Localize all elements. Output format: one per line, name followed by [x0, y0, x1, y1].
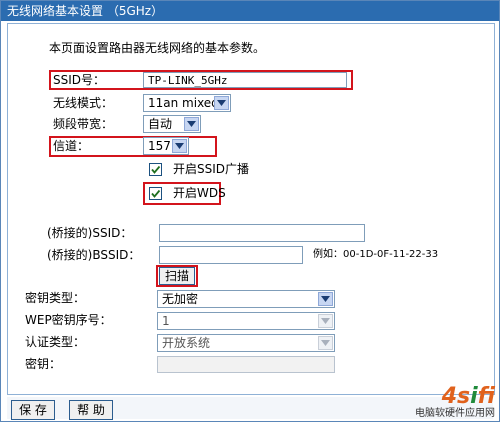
chevron-down-icon [318, 314, 333, 328]
chevron-down-icon [318, 336, 333, 350]
auth-type-select-value: 开放系统 [162, 336, 211, 350]
mode-label: 无线模式： [53, 96, 114, 110]
chevron-down-icon [172, 139, 187, 153]
ssid-input[interactable]: TP-LINK_5GHz [143, 72, 347, 88]
mode-select[interactable]: 11an mixed [143, 94, 231, 112]
chevron-down-icon [318, 292, 333, 306]
settings-window: 无线网络基本设置 （5GHz） 本页面设置路由器无线网络的基本参数。 SSID号… [0, 0, 500, 422]
channel-select[interactable]: 157 [143, 137, 189, 155]
key-type-label: 密钥类型： [25, 291, 86, 305]
chevron-down-icon [214, 96, 229, 110]
watermark-logo: 4sifi 电脑软硬件应用网 [415, 384, 495, 420]
channel-label: 信道： [53, 139, 90, 153]
save-button[interactable]: 保 存 [11, 400, 55, 420]
bridged-ssid-label: (桥接的)SSID： [47, 226, 133, 240]
bandwidth-select[interactable]: 自动 [143, 115, 201, 133]
key-type-select[interactable]: 无加密 [157, 290, 335, 308]
window-title: 无线网络基本设置 （5GHz） [1, 1, 499, 21]
watermark-logo-accent: i [470, 384, 478, 409]
watermark-logo-end: fi [477, 384, 495, 409]
bandwidth-select-value: 自动 [148, 117, 173, 131]
key-input[interactable] [157, 356, 335, 373]
chevron-down-icon [184, 117, 199, 131]
help-button[interactable]: 帮 助 [69, 400, 113, 420]
watermark-text: 电脑软硬件应用网 [415, 408, 495, 419]
bridged-ssid-input[interactable] [159, 224, 365, 242]
key-type-select-value: 无加密 [162, 292, 199, 306]
key-label: 密钥： [25, 357, 62, 371]
bridged-bssid-input[interactable] [159, 246, 303, 264]
auth-type-label: 认证类型： [25, 335, 86, 349]
scan-button[interactable]: 扫描 [159, 267, 195, 285]
check-icon [151, 189, 161, 198]
bridged-bssid-label: (桥接的)BSSID： [47, 248, 141, 262]
channel-select-value: 157 [148, 139, 171, 153]
wds-label: 开启WDS [173, 186, 226, 200]
ssid-broadcast-label: 开启SSID广播 [173, 162, 250, 176]
wep-index-select[interactable]: 1 [157, 312, 335, 330]
ssid-broadcast-checkbox[interactable] [149, 163, 162, 176]
wds-checkbox[interactable] [149, 187, 162, 200]
bssid-example: 例如：00-1D-0F-11-22-33 [313, 249, 439, 260]
ssid-label: SSID号： [53, 73, 106, 87]
wep-index-label: WEP密钥序号： [25, 313, 112, 327]
mode-select-value: 11an mixed [148, 96, 219, 110]
watermark-logo-main: 4s [441, 384, 471, 409]
bandwidth-label: 频段带宽： [53, 117, 114, 131]
auth-type-select[interactable]: 开放系统 [157, 334, 335, 352]
check-icon [151, 165, 161, 174]
intro-text: 本页面设置路由器无线网络的基本参数。 [49, 41, 266, 55]
wep-index-select-value: 1 [162, 314, 170, 328]
